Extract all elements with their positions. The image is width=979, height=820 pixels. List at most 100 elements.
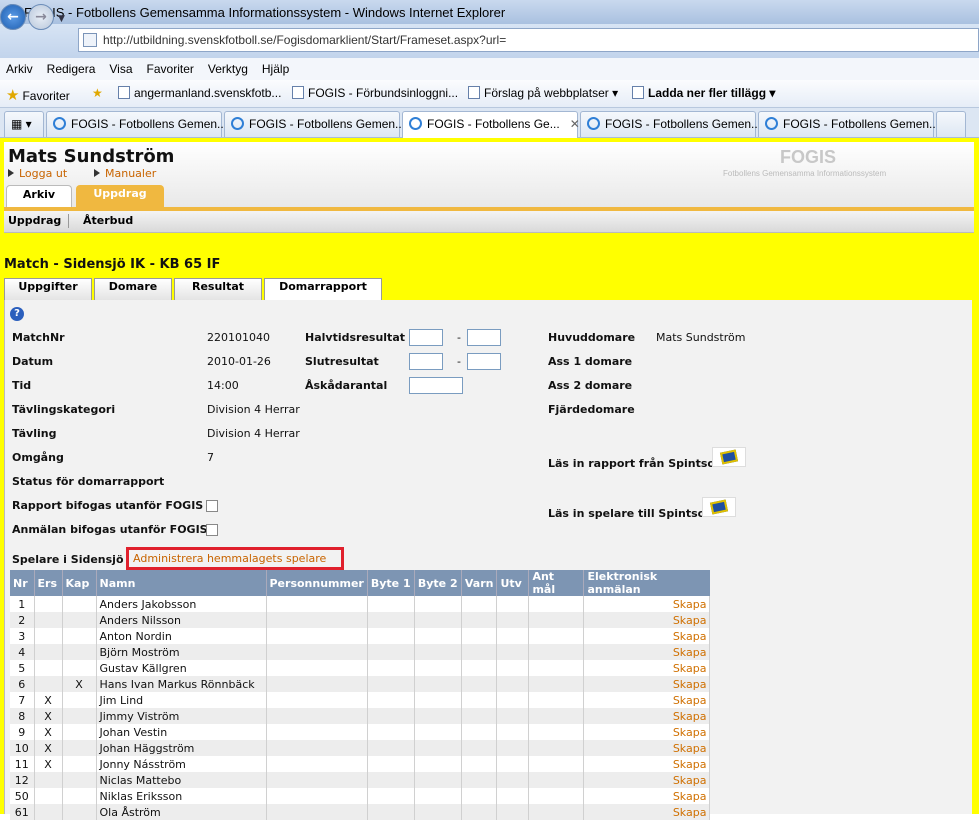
tab-uppdrag[interactable]: Uppdrag [76,185,164,207]
browser-tab-2[interactable]: FOGIS - Fotbollens Gemen... [224,111,405,137]
history-dropdown-icon[interactable]: ▼ [58,14,65,24]
forward-button[interactable]: → [28,4,54,30]
table-row: 50 Niklas Eriksson Skapa [10,788,711,804]
skapa-link[interactable]: Skapa [583,708,711,724]
favorites-button[interactable]: ★ Favoriter [6,86,70,104]
col-byte1: Byte 1 [367,570,415,596]
skapa-link[interactable]: Skapa [583,628,711,644]
cell-ers: X [34,724,63,740]
anmalan-bifogas-checkbox[interactable] [206,524,218,536]
favorites-bar: ★ Favoriter ★ angermanland.svenskfotb... … [0,80,979,108]
browser-tab-1[interactable]: FOGIS - Fotbollens Gemen... [46,111,227,137]
new-tab-button[interactable] [936,111,966,137]
cell-utv [496,804,530,820]
players-table-body: 1 Anders Jakobsson Skapa 2 Anders Nilsson Ska… [10,596,711,820]
cell-ant-mal [528,724,585,740]
ie-logo-icon [587,117,600,130]
quick-tabs-button[interactable]: ▦ ▾ [4,111,44,137]
skapa-link[interactable]: Skapa [583,692,711,708]
add-favorite-icon[interactable]: ★ [92,86,103,100]
cell-ant-mal [528,740,585,756]
skapa-link[interactable]: Skapa [583,644,711,660]
cell-byte1 [367,660,415,676]
skapa-link[interactable]: Skapa [583,788,711,804]
halvtid-dash: - [457,331,461,344]
table-row: 61 Ola Åström Skapa [10,804,711,820]
cell-personnummer [266,772,368,788]
col-ant-mal: Ant mål [528,570,585,596]
skapa-link[interactable]: Skapa [583,724,711,740]
menu-visa[interactable]: Visa [109,62,132,76]
cell-ers: X [34,708,63,724]
skapa-link[interactable]: Skapa [583,740,711,756]
halvtid-away-input[interactable] [467,329,501,346]
cell-varn [461,724,498,740]
browser-tab-4[interactable]: FOGIS - Fotbollens Gemen... [580,111,761,137]
tab-uppgifter[interactable]: Uppgifter [4,278,92,300]
spintso-import-icon[interactable] [712,447,746,467]
col-nr: Nr [10,570,35,596]
menu-arkiv[interactable]: Arkiv [6,62,33,76]
tavling-value: Division 4 Herrar [207,427,300,440]
rapport-bifogas-checkbox[interactable] [206,500,218,512]
skapa-link[interactable]: Skapa [583,612,711,628]
logout-link[interactable]: Logga ut [8,167,67,180]
manuals-link[interactable]: Manualer [94,167,156,180]
close-tab-icon[interactable]: ✕ [570,117,580,131]
cell-byte1 [367,756,415,772]
window-title: FOGIS - Fotbollens Gemensamma Informatio… [24,4,506,20]
fav-item-forslag[interactable]: Förslag på webbplatser ▾ [468,86,618,100]
menu-hjalp[interactable]: Hjälp [262,62,289,76]
browser-tab-bar: ▦ ▾ FOGIS - Fotbollens Gemen... FOGIS - … [0,108,979,139]
cell-ers [34,628,63,644]
submenu-uppdrag[interactable]: Uppdrag [8,214,61,227]
skapa-link[interactable]: Skapa [583,660,711,676]
menu-favoriter[interactable]: Favoriter [147,62,194,76]
cell-namn: Jim Lind [96,692,267,708]
cell-personnummer [266,644,368,660]
help-icon[interactable]: ? [10,307,24,321]
cell-kap [62,612,97,628]
administrera-spelare-link[interactable]: Administrera hemmalagets spelare [126,547,344,570]
cell-personnummer [266,756,368,772]
cell-ers [34,660,63,676]
tab-domarrapport[interactable]: Domarrapport [264,278,382,302]
skapa-link[interactable]: Skapa [583,756,711,772]
fav-item-fogis[interactable]: FOGIS - Förbundsinloggni... [292,86,458,100]
cell-ers [34,596,63,612]
submenu-aterbud[interactable]: Återbud [83,214,133,227]
cell-namn: Anders Jakobsson [96,596,267,612]
fav-item-ladda[interactable]: Ladda ner fler tillägg ▾ [632,86,775,100]
fav-item-angermanland[interactable]: angermanland.svenskfotb... [118,86,281,100]
cell-nr: 10 [10,740,35,756]
askadarantal-input[interactable] [409,377,463,394]
window-titlebar: e FOGIS - Fotbollens Gemensamma Informat… [0,0,979,24]
skapa-link[interactable]: Skapa [583,772,711,788]
back-button[interactable]: ← [0,4,26,30]
cell-utv [496,628,530,644]
halvtid-home-input[interactable] [409,329,443,346]
tab-arkiv[interactable]: Arkiv [6,185,72,207]
col-utv: Utv [496,570,530,596]
spintso-export-icon[interactable] [702,497,736,517]
skapa-link[interactable]: Skapa [583,596,711,612]
tab-resultat[interactable]: Resultat [174,278,262,300]
browser-tab-5[interactable]: FOGIS - Fotbollens Gemen... [758,111,939,137]
skapa-link[interactable]: Skapa [583,804,711,820]
slut-away-input[interactable] [467,353,501,370]
skapa-link[interactable]: Skapa [583,676,711,692]
menu-redigera[interactable]: Redigera [47,62,96,76]
slut-home-input[interactable] [409,353,443,370]
cell-nr: 8 [10,708,35,724]
browser-tab-3-active[interactable]: FOGIS - Fotbollens Ge... ✕ [402,111,580,139]
huvuddomare-value: Mats Sundström [656,331,746,344]
slutresultat-label: Slutresultat [305,355,379,368]
cell-ers [34,788,63,804]
address-bar[interactable]: http://utbildning.svenskfotboll.se/Fogis… [78,28,979,52]
menu-bar: Arkiv Redigera Visa Favoriter Verktyg Hj… [0,58,979,80]
cell-varn [461,644,498,660]
cell-byte2 [414,644,462,660]
tab-domare[interactable]: Domare [94,278,172,300]
menu-verktyg[interactable]: Verktyg [208,62,248,76]
cell-byte2 [414,692,462,708]
